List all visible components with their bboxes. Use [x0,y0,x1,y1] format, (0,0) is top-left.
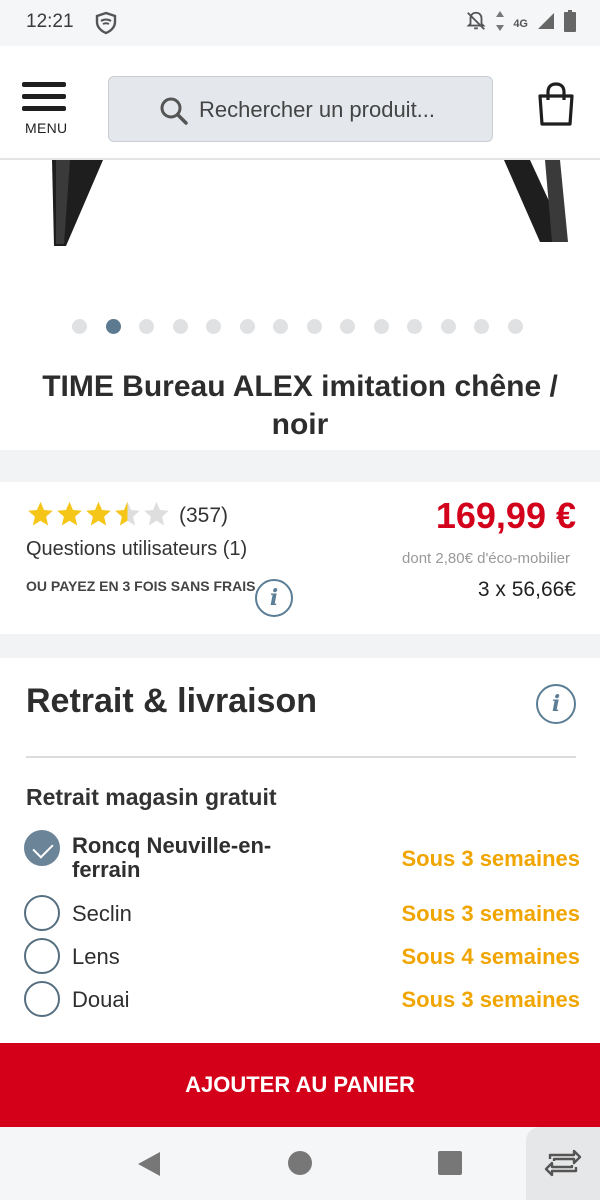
installment-amount: 3 x 56,66€ [477,578,576,601]
store-name: Lens [72,944,120,969]
store-option[interactable]: Roncq Neuville-en-ferrain Sous 3 semaine… [24,830,580,886]
gallery-dot[interactable] [206,319,221,334]
eco-fee: dont 2,80€ d'éco-mobilier [402,550,570,567]
section-separator [0,450,600,482]
app-header: MENU Rechercher un produit... [0,46,600,160]
shopping-bag-icon[interactable] [536,82,576,131]
rotate-icon[interactable] [526,1127,600,1200]
store-delay: Sous 3 semaines [401,987,580,1012]
gallery-dot[interactable] [507,319,523,334]
gallery-dot[interactable] [72,319,87,334]
store-option[interactable]: Douai Sous 3 semaines [24,981,580,1021]
recent-apps-icon[interactable] [438,1151,462,1175]
gallery-dot[interactable] [373,319,389,334]
star-full-icon [55,500,84,532]
star-full-icon [26,500,55,532]
review-count: (357) [179,504,229,527]
star-empty-icon [142,500,171,532]
installments-note: OU PAYEZ EN 3 FOIS SANS FRAIS [26,578,256,594]
store-delay: Sous 3 semaines [401,901,580,926]
product-price: 169,99 € [435,495,576,536]
network-type: 4G [513,17,528,30]
battery-icon [564,10,576,37]
status-time: 12:21 [26,11,74,32]
star-full-icon [84,500,113,532]
gallery-dot[interactable] [273,319,288,334]
gallery-dot[interactable] [139,319,154,334]
back-icon[interactable] [136,1151,162,1182]
store-radio[interactable] [24,830,60,866]
search-icon [159,96,189,131]
store-option[interactable]: Lens Sous 4 semaines [24,938,580,978]
home-icon[interactable] [288,1151,312,1175]
search-placeholder: Rechercher un produit... [199,97,436,122]
gallery-dot[interactable] [239,319,255,334]
data-arrows-icon [495,10,505,37]
store-name: Seclin [72,901,132,926]
gallery-pagination [72,319,523,334]
store-delay: Sous 3 semaines [401,846,580,871]
store-name: Douai [72,987,130,1012]
menu-label: MENU [25,120,68,136]
section-separator [0,634,600,658]
menu-icon [22,82,78,111]
search-input[interactable]: Rechercher un produit... [108,76,493,142]
store-option[interactable]: Seclin Sous 3 semaines [24,895,580,935]
installments-info-icon[interactable]: i [255,579,293,617]
store-name: Roncq Neuville-en-ferrain [72,833,272,882]
delivery-title: Retrait & livraison [26,682,317,720]
system-nav-bar [0,1127,600,1200]
divider [26,756,576,758]
gallery-dot[interactable] [340,319,355,334]
product-title: TIME Bureau ALEX imitation chêne / noir [42,370,558,441]
add-to-cart-button[interactable]: AJOUTER AU PANIER [0,1043,600,1127]
gallery-dot[interactable] [306,319,322,334]
gallery-dot[interactable] [172,319,188,334]
star-half-icon [113,500,142,532]
signal-icon [536,11,556,36]
shield-icon [94,11,118,40]
menu-button[interactable]: MENU [22,82,78,138]
store-pickup-subtitle: Retrait magasin gratuit [26,784,277,810]
gallery-dot[interactable] [105,319,121,334]
store-radio[interactable] [24,895,60,931]
store-radio[interactable] [24,938,60,974]
gallery-dot[interactable] [440,319,456,334]
notifications-off-icon [465,10,487,37]
gallery-dot[interactable] [407,319,422,334]
delivery-info-icon[interactable]: i [536,684,576,724]
rating-stars[interactable]: (357) [26,500,228,532]
user-questions-link[interactable]: Questions utilisateurs (1) [26,538,247,561]
store-radio[interactable] [24,981,60,1017]
gallery-dot[interactable] [474,319,489,334]
status-bar: 12:21 4G [0,0,600,46]
store-delay: Sous 4 semaines [401,944,580,969]
